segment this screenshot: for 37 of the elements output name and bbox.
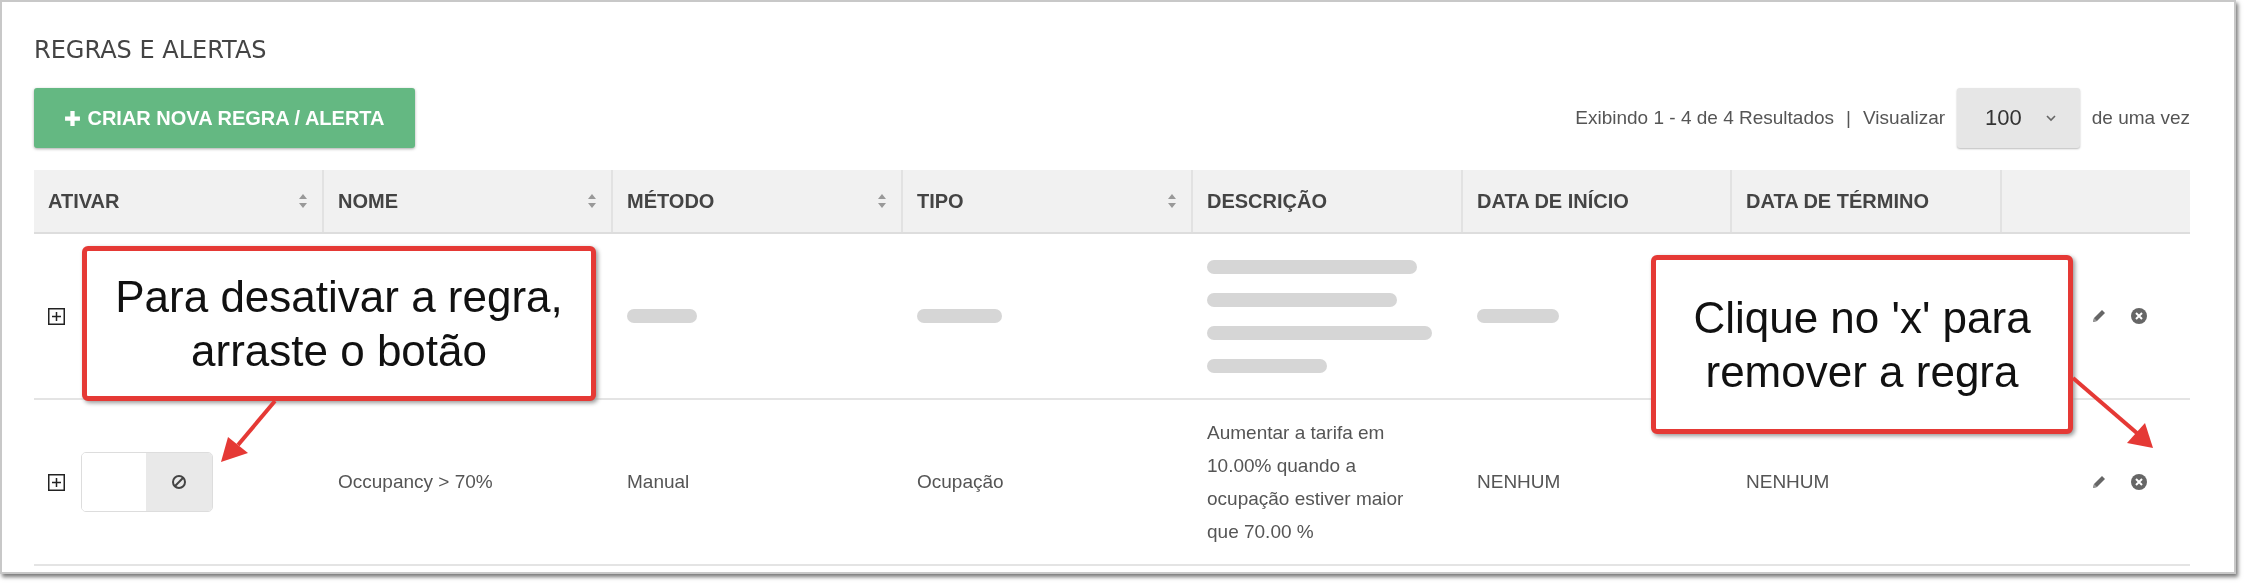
start-date: NENHUM <box>1477 471 1561 493</box>
results-summary: Exibindo 1 - 4 de 4 Resultados <box>1575 107 1835 129</box>
page-size-select[interactable]: 100 <box>1957 88 2080 148</box>
sort-icon <box>1167 193 1177 209</box>
edit-icon[interactable] <box>2090 307 2108 325</box>
expand-icon[interactable] <box>48 307 65 325</box>
rule-method: Manual <box>627 471 690 493</box>
expand-icon[interactable] <box>48 473 65 491</box>
callout-box: Clique no 'x' para remover a regra <box>1651 255 2073 434</box>
chevron-icon <box>2043 113 2058 123</box>
column-header[interactable]: ATIVAR <box>34 170 324 232</box>
column-header[interactable]: TIPO <box>903 170 1193 232</box>
edit-icon[interactable] <box>2090 473 2108 491</box>
end-date: NENHUM <box>1746 471 1830 493</box>
remove-icon[interactable] <box>2130 307 2148 325</box>
column-header[interactable]: DATA DE INÍCIO <box>1463 170 1732 232</box>
separator: | <box>1846 107 1851 129</box>
column-header[interactable]: DESCRIÇÃO <box>1193 170 1463 232</box>
sort-icon <box>587 193 597 209</box>
column-header[interactable]: MÉTODO <box>613 170 903 232</box>
column-header[interactable]: NOME <box>324 170 613 232</box>
remove-icon[interactable] <box>2130 473 2148 491</box>
sort-icon <box>298 193 308 209</box>
callout-box: Para desativar a regra, arraste o botão <box>82 246 596 401</box>
toggle-switch[interactable] <box>81 452 213 512</box>
plus-icon <box>64 109 82 127</box>
sort-icon <box>877 193 887 209</box>
page-title: REGRAS E ALERTAS <box>34 36 268 66</box>
redacted-text <box>627 309 697 323</box>
view-label: Visualizar <box>1863 107 1946 129</box>
disabled-icon <box>170 473 188 491</box>
rule-type: Ocupação <box>917 471 1004 493</box>
rule-description: Aumentar a tarifa em 10.00% quando a ocupação estiver maior que 70.00 % <box>1207 421 1405 544</box>
column-header[interactable]: DATA DE TÉRMINO <box>1732 170 2002 232</box>
callout-arrow <box>221 399 277 462</box>
page-size-suffix: de uma vez <box>2091 107 2190 129</box>
rule-name: Occupancy > 70% <box>338 471 493 493</box>
